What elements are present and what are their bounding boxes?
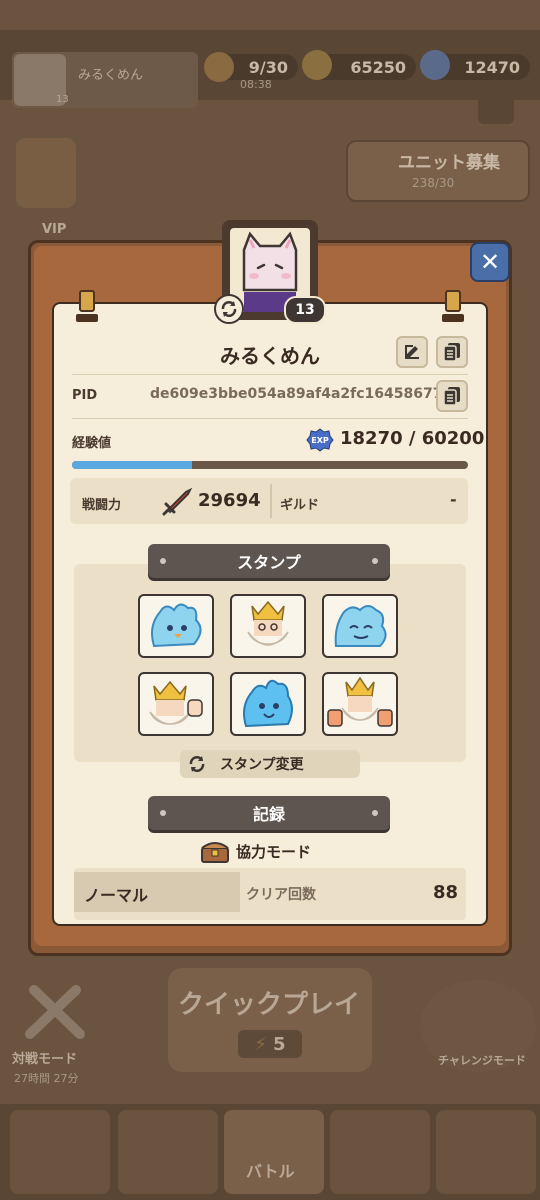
crossed-swords-icon [20, 982, 90, 1042]
stamp-section-banner: スタンプ [148, 544, 390, 578]
background-quick-play-cost-value: 5 [273, 1033, 286, 1055]
clear-count-label: クリア回数 [246, 887, 316, 903]
power-value: 29694 [198, 490, 261, 511]
background-quick-play-label: クイックプレイ [178, 990, 361, 1020]
coop-mode-label: 協力モード [236, 842, 312, 861]
power-guild-separator [270, 484, 272, 518]
divider [72, 418, 468, 419]
background-challenge-mode-label: チャレンジモード [438, 1054, 526, 1067]
background-recruit-label: ユニット募集 [398, 153, 500, 173]
background-nav-guild [436, 1110, 536, 1194]
background-player-name: みるくめん [78, 68, 144, 83]
player-name: みるくめん [220, 344, 320, 368]
close-button[interactable]: ✕ [470, 242, 510, 282]
stamp-blue-bird-spirit[interactable] [138, 594, 214, 658]
banner-dot [372, 558, 378, 564]
level-badge: 13 [284, 296, 326, 324]
pid-value: de609e3bbe054a89af4a2fc16458677b [150, 386, 453, 402]
stamp-blue-spirit-sleeping[interactable] [322, 594, 398, 658]
exp-progress-fill [72, 461, 193, 469]
coop-mode-header: 協力モード [200, 836, 311, 866]
banner-dot [160, 558, 166, 564]
background-nav-battle-label: バトル [246, 1162, 295, 1181]
stamp-king-thumbs-up[interactable] [322, 672, 398, 736]
king-icon [149, 680, 203, 725]
background-event-icon [16, 138, 76, 208]
blue-spirit-icon [334, 605, 387, 647]
stamp-blue-spirit-happy[interactable] [230, 672, 306, 736]
lightning-icon [204, 52, 234, 82]
copy-name-button[interactable] [436, 336, 468, 368]
blue-spirit-icon [151, 603, 202, 648]
banner-dot [372, 810, 378, 816]
exp-badge-text: EXP [311, 436, 329, 445]
exp-label: 経験値 [72, 436, 112, 451]
copy-pid-button[interactable] [436, 380, 468, 412]
background-gold-value: 65250 [350, 57, 406, 77]
record-section-title: 記録 [252, 805, 285, 824]
clip-base-left [76, 314, 98, 322]
record-section-banner: 記録 [148, 796, 390, 830]
change-stamp-label: スタンプ変更 [220, 757, 304, 773]
copy-icon [443, 343, 460, 362]
background-nav-cards [330, 1110, 430, 1194]
close-icon: ✕ [479, 248, 501, 276]
background-battle-mode-label: 対戦モード [12, 1052, 78, 1067]
power-label: 戦闘力 [82, 498, 122, 513]
pencil-icon [405, 345, 419, 359]
background-player-level: 13 [56, 94, 69, 105]
guild-value: - [450, 490, 457, 509]
blue-spirit-icon [243, 679, 293, 728]
exp-value: 18270 / 60200 [340, 428, 485, 449]
stamp-section-title: スタンプ [237, 553, 301, 572]
background-recruit-count: 238/30 [412, 176, 455, 190]
guild-label: ギルド [280, 498, 320, 513]
copy-icon [443, 387, 460, 406]
exp-progress-bar [72, 461, 468, 469]
sword-icon [162, 486, 194, 516]
divider [72, 374, 468, 375]
king-icon [247, 600, 289, 646]
refresh-icon [221, 301, 237, 317]
clip-base-right [442, 314, 464, 322]
background-gems-value: 12470 [464, 57, 520, 77]
paper-clip-right [445, 290, 461, 312]
background-stamina-value: 9/30 [248, 57, 288, 77]
background-quick-play-cost: ⚡ 5 [238, 1030, 302, 1058]
king-icon [327, 676, 393, 727]
background-nav-shop [10, 1110, 110, 1194]
banner-dot [160, 810, 166, 816]
power-guild-box [70, 478, 468, 524]
stamp-king-pointing[interactable] [138, 672, 214, 736]
exp-badge-icon: EXP [306, 428, 334, 452]
stamp-king-smiling[interactable] [230, 594, 306, 658]
gem-icon [420, 50, 450, 80]
paper-clip-left [79, 290, 95, 312]
pid-label: PID [72, 388, 98, 403]
change-avatar-button[interactable] [214, 294, 244, 324]
background-stamina-timer: 08:38 [240, 78, 272, 91]
background-battle-mode-time: 27時間 27分 [14, 1072, 79, 1085]
lightning-icon: ⚡ [254, 1033, 268, 1055]
difficulty-label: ノーマル [84, 886, 149, 905]
background-menu-button [478, 94, 514, 124]
coin-icon [302, 50, 332, 80]
background-nav-units [118, 1110, 218, 1194]
background-vip-label: VIP [42, 222, 67, 237]
clear-count-value: 88 [432, 882, 458, 903]
treasure-chest-icon [201, 842, 229, 863]
edit-name-button[interactable] [396, 336, 428, 368]
refresh-icon [189, 756, 205, 772]
change-stamp-button[interactable]: スタンプ変更 [180, 750, 360, 778]
